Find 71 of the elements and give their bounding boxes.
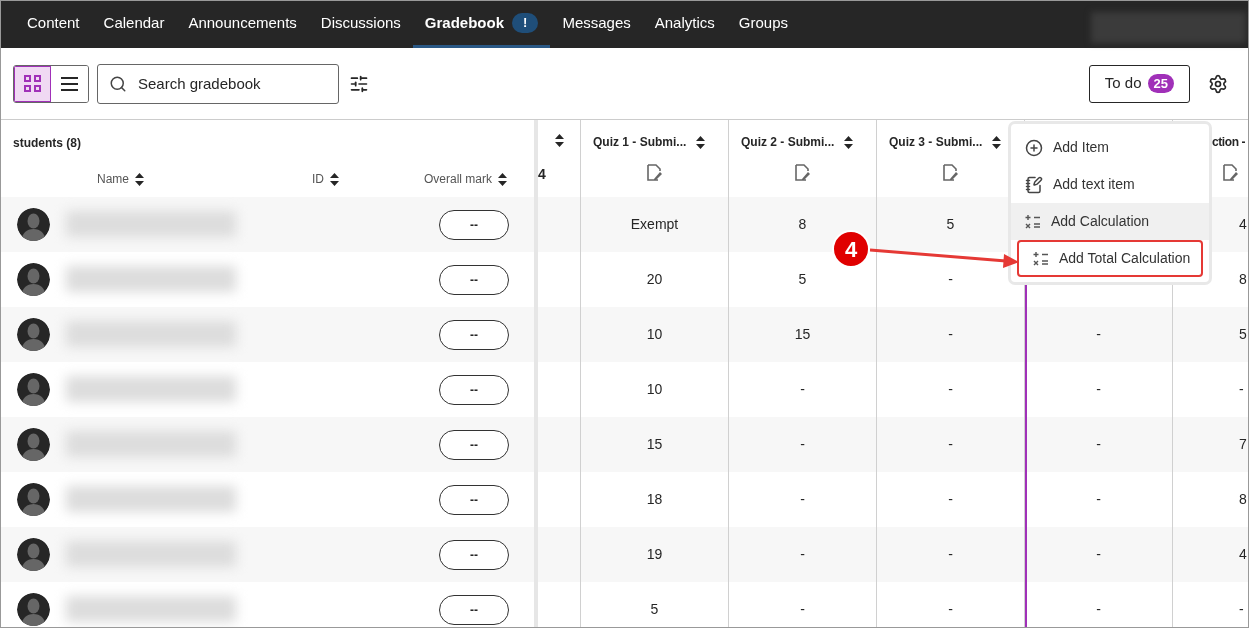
grade-value[interactable]: 8 (1239, 489, 1247, 510)
column-header[interactable]: Overall mark (424, 170, 507, 188)
column-header[interactable]: Quiz 2 - Submi... (741, 133, 854, 151)
grade-value[interactable]: - (800, 599, 805, 620)
grade-value[interactable]: - (1096, 379, 1101, 400)
grade-value[interactable]: - (1096, 434, 1101, 455)
overall-mark-pill[interactable]: -- (439, 320, 509, 350)
grade-value[interactable]: 20 (646, 269, 663, 290)
grade-value[interactable]: 15 (794, 324, 811, 345)
grade-value[interactable]: 5 (1239, 324, 1247, 345)
grade-value[interactable]: 15 (646, 434, 663, 455)
alert-badge: ! (512, 13, 539, 33)
grade-value[interactable]: 10 (646, 324, 663, 345)
grade-value[interactable]: Exempt (630, 214, 679, 235)
grade-value[interactable]: - (1096, 324, 1101, 345)
grade-value[interactable]: 4 (1239, 214, 1247, 235)
column-header[interactable]: ction - (1212, 133, 1246, 151)
grade-value[interactable]: - (800, 489, 805, 510)
column-header[interactable]: Name (97, 170, 144, 188)
grade-value[interactable]: - (1096, 599, 1101, 620)
grade-value[interactable]: - (1239, 379, 1244, 400)
grade-value[interactable]: 18 (646, 489, 663, 510)
search-field[interactable]: Search gradebook (97, 63, 339, 104)
overall-mark-pill[interactable]: -- (439, 595, 509, 625)
grade-value[interactable]: - (1096, 544, 1101, 565)
overall-mark-pill[interactable]: -- (439, 430, 509, 460)
nav-tab[interactable]: Messages (550, 1, 643, 48)
column-header[interactable]: ID (312, 170, 339, 188)
grade-value[interactable]: 8 (798, 214, 807, 235)
grade-value[interactable]: 5 (650, 599, 659, 620)
grade-value[interactable]: - (800, 544, 805, 565)
grade-value[interactable]: - (948, 489, 953, 510)
nav-tab[interactable]: Announcements (176, 1, 309, 48)
grade-value[interactable]: 4 (1239, 544, 1247, 565)
nav-tab[interactable]: Discussions (308, 1, 413, 48)
grade-value[interactable]: - (1239, 599, 1244, 620)
grade-value[interactable]: 7 (1239, 434, 1247, 455)
nav-tab[interactable]: Calendar (91, 1, 177, 48)
grade-value[interactable]: 10 (646, 379, 663, 400)
grade-value[interactable]: - (948, 379, 953, 400)
overall-mark-pill[interactable]: -- (439, 485, 509, 515)
column-header-text: 4 (538, 165, 546, 184)
count-badge: 25 (1147, 74, 1174, 93)
column-header[interactable]: Quiz 3 - Submi... (889, 133, 1002, 151)
overall-mark-pill[interactable]: -- (439, 375, 509, 405)
menu-item[interactable]: Add Item (1011, 129, 1209, 166)
grade-value[interactable]: - (800, 379, 805, 400)
menu-item[interactable]: Add Total Calculation (1017, 240, 1203, 277)
grade-value[interactable]: - (948, 324, 953, 345)
nav-tab[interactable]: Gradebook ! (412, 1, 551, 48)
grade-value[interactable]: 8 (1239, 269, 1247, 290)
grade-value[interactable]: - (948, 269, 953, 290)
nav-tab[interactable]: Groups (726, 1, 800, 48)
column-header[interactable]: Quiz 1 - Submi... (593, 133, 706, 151)
grade-value[interactable]: - (948, 434, 953, 455)
grade-value[interactable]: 5 (798, 269, 807, 290)
nav-tab[interactable]: Content (15, 1, 92, 48)
grade-value[interactable]: - (1096, 489, 1101, 510)
overall-mark-pill[interactable]: -- (439, 210, 509, 240)
todo-button[interactable]: To do 25 (1088, 64, 1190, 103)
panel-title: students (8) (13, 135, 81, 152)
menu-item[interactable]: Add text item (1011, 166, 1209, 203)
menu-item[interactable]: Add Calculation (1011, 203, 1209, 240)
grade-value[interactable]: - (948, 544, 953, 565)
grade-value[interactable]: - (800, 434, 805, 455)
grade-value[interactable]: 19 (646, 544, 663, 565)
overall-mark-pill[interactable]: -- (439, 540, 509, 570)
grade-value[interactable]: 5 (946, 214, 955, 235)
overall-mark-pill[interactable]: -- (439, 265, 509, 295)
grade-value[interactable]: - (948, 599, 953, 620)
nav-tab[interactable]: Analytics (642, 1, 727, 48)
